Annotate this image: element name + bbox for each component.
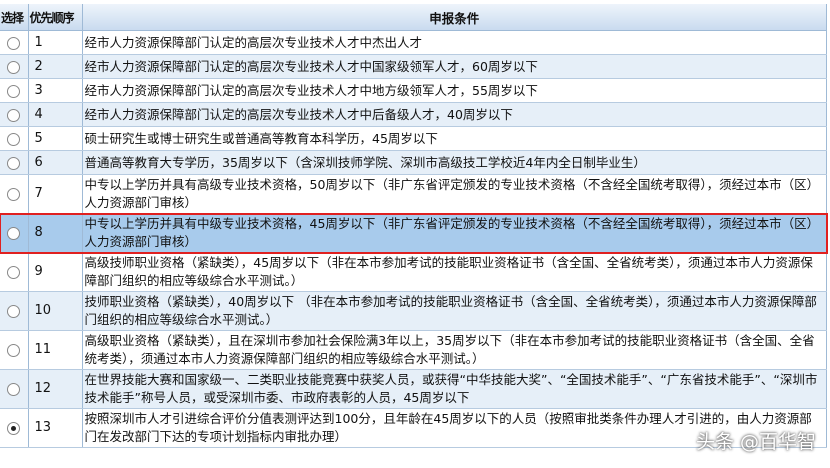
select-cell <box>0 174 29 214</box>
priority-order: 11 <box>28 330 83 370</box>
condition-text: 高级技师职业资格（紧缺类），45周岁以下（非在本市参加考试的技能职业资格证书（含… <box>82 252 827 292</box>
row-radio-button[interactable] <box>7 422 21 435</box>
priority-order: 8 <box>28 213 83 253</box>
priority-order: 10 <box>28 291 83 331</box>
priority-order: 2 <box>28 54 83 79</box>
condition-text: 中专以上学历并具有高级专业技术资格，50周岁以下（非广东省评定颁发的专业技术资格… <box>82 174 827 214</box>
table-row[interactable]: 6 普通高等教育大专学历，35周岁以下（含深圳技师学院、深圳市高级技工学校近4年内… <box>0 150 827 175</box>
condition-text: 经市人力资源保障部门认定的高层次专业技术人才中国家级领军人才，60周岁以下 <box>82 54 827 79</box>
select-cell <box>0 369 29 409</box>
priority-order: 9 <box>28 252 83 292</box>
row-radio-button[interactable] <box>7 132 21 146</box>
header-order: 优先顺序 <box>28 4 83 31</box>
condition-text: 经市人力资源保障部门认定的高层次专业技术人才中后备级人才，40周岁以下 <box>82 102 827 127</box>
condition-text: 硕士研究生或博士研究生或普通高等教育本科学历，45周岁以下 <box>82 126 827 151</box>
row-radio-button[interactable] <box>7 383 21 396</box>
priority-order: 7 <box>28 174 83 214</box>
condition-text: 经市人力资源保障部门认定的高层次专业技术人才中地方级领军人才，55周岁以下 <box>82 78 827 103</box>
watermark: 头条 @百华智 <box>695 431 816 453</box>
row-radio-button[interactable] <box>7 305 21 318</box>
row-radio-button[interactable] <box>7 36 21 50</box>
condition-text: 普通高等教育大专学历，35周岁以下（含深圳技师学院、深圳市高级技工学校近4年内全… <box>82 150 827 175</box>
row-radio-button[interactable] <box>7 108 21 122</box>
condition-text: 技师职业资格（紧缺类），40周岁以下 （非在本市参加考试的技能职业资格证书（含全… <box>82 291 827 331</box>
select-cell <box>0 102 29 127</box>
row-radio-button[interactable] <box>7 266 21 279</box>
select-cell <box>0 30 29 55</box>
select-cell <box>0 213 29 253</box>
application-conditions-table: 选择 优先顺序 申报条件 1 经市人力资源保障部门认定的高层次专业技术人才中杰出人… <box>0 4 828 448</box>
condition-text: 在世界技能大赛和国家级一、二类职业技能竞赛中获奖人员，或获得“中华技能大奖”、“… <box>82 369 827 409</box>
select-cell <box>0 330 29 370</box>
condition-text: 经市人力资源保障部门认定的高层次专业技术人才中杰出人才 <box>82 30 827 55</box>
row-radio-button[interactable] <box>7 156 21 170</box>
table-row[interactable]: 8 中专以上学历并具有中级专业技术资格，45周岁以下（非广东省评定颁发的专业技术资… <box>0 212 828 254</box>
row-radio-button[interactable] <box>7 227 21 240</box>
table-row[interactable]: 7 中专以上学历并具有高级专业技术资格，50周岁以下（非广东省评定颁发的专业技术资… <box>0 174 827 214</box>
table-row[interactable]: 12 在世界技能大赛和国家级一、二类职业技能竞赛中获奖人员，或获得“中华技能大奖”… <box>0 369 827 409</box>
row-radio-button[interactable] <box>7 344 21 357</box>
table-row[interactable]: 5 硕士研究生或博士研究生或普通高等教育本科学历，45周岁以下 <box>0 126 827 151</box>
select-cell <box>0 78 29 103</box>
table-row[interactable]: 10 技师职业资格（紧缺类），40周岁以下 （非在本市参加考试的技能职业资格证书（… <box>0 291 827 331</box>
priority-order: 5 <box>28 126 83 151</box>
table-row[interactable]: 11 高级职业资格（紧缺类），且在深圳市参加社会保险满3年以上，35周岁以下（非在… <box>0 330 827 370</box>
condition-text: 高级职业资格（紧缺类），且在深圳市参加社会保险满3年以上，35周岁以下（非在本市… <box>82 330 827 370</box>
priority-order: 12 <box>28 369 83 409</box>
row-radio-button[interactable] <box>7 188 21 201</box>
select-cell <box>0 252 29 292</box>
table-row[interactable]: 1 经市人力资源保障部门认定的高层次专业技术人才中杰出人才 <box>0 30 827 55</box>
row-radio-button[interactable] <box>7 84 21 98</box>
row-radio-button[interactable] <box>7 60 21 74</box>
priority-order: 4 <box>28 102 83 127</box>
select-cell <box>0 54 29 79</box>
table-row[interactable]: 9 高级技师职业资格（紧缺类），45周岁以下（非在本市参加考试的技能职业资格证书（… <box>0 252 827 292</box>
header-select: 选择 <box>0 4 29 31</box>
header-condition: 申报条件 <box>82 4 827 31</box>
priority-order: 1 <box>28 30 83 55</box>
table-row[interactable]: 4 经市人力资源保障部门认定的高层次专业技术人才中后备级人才，40周岁以下 <box>0 102 827 127</box>
select-cell <box>0 291 29 331</box>
select-cell <box>0 126 29 151</box>
table-row[interactable]: 3 经市人力资源保障部门认定的高层次专业技术人才中地方级领军人才，55周岁以下 <box>0 78 827 103</box>
select-cell <box>0 150 29 175</box>
table-header: 选择 优先顺序 申报条件 <box>0 4 827 31</box>
table-row[interactable]: 2 经市人力资源保障部门认定的高层次专业技术人才中国家级领军人才，60周岁以下 <box>0 54 827 79</box>
priority-order: 3 <box>28 78 83 103</box>
priority-order: 6 <box>28 150 83 175</box>
condition-text: 中专以上学历并具有中级专业技术资格，45周岁以下（非广东省评定颁发的专业技术资格… <box>82 213 827 253</box>
priority-order: 13 <box>28 408 83 448</box>
select-cell <box>0 408 29 448</box>
